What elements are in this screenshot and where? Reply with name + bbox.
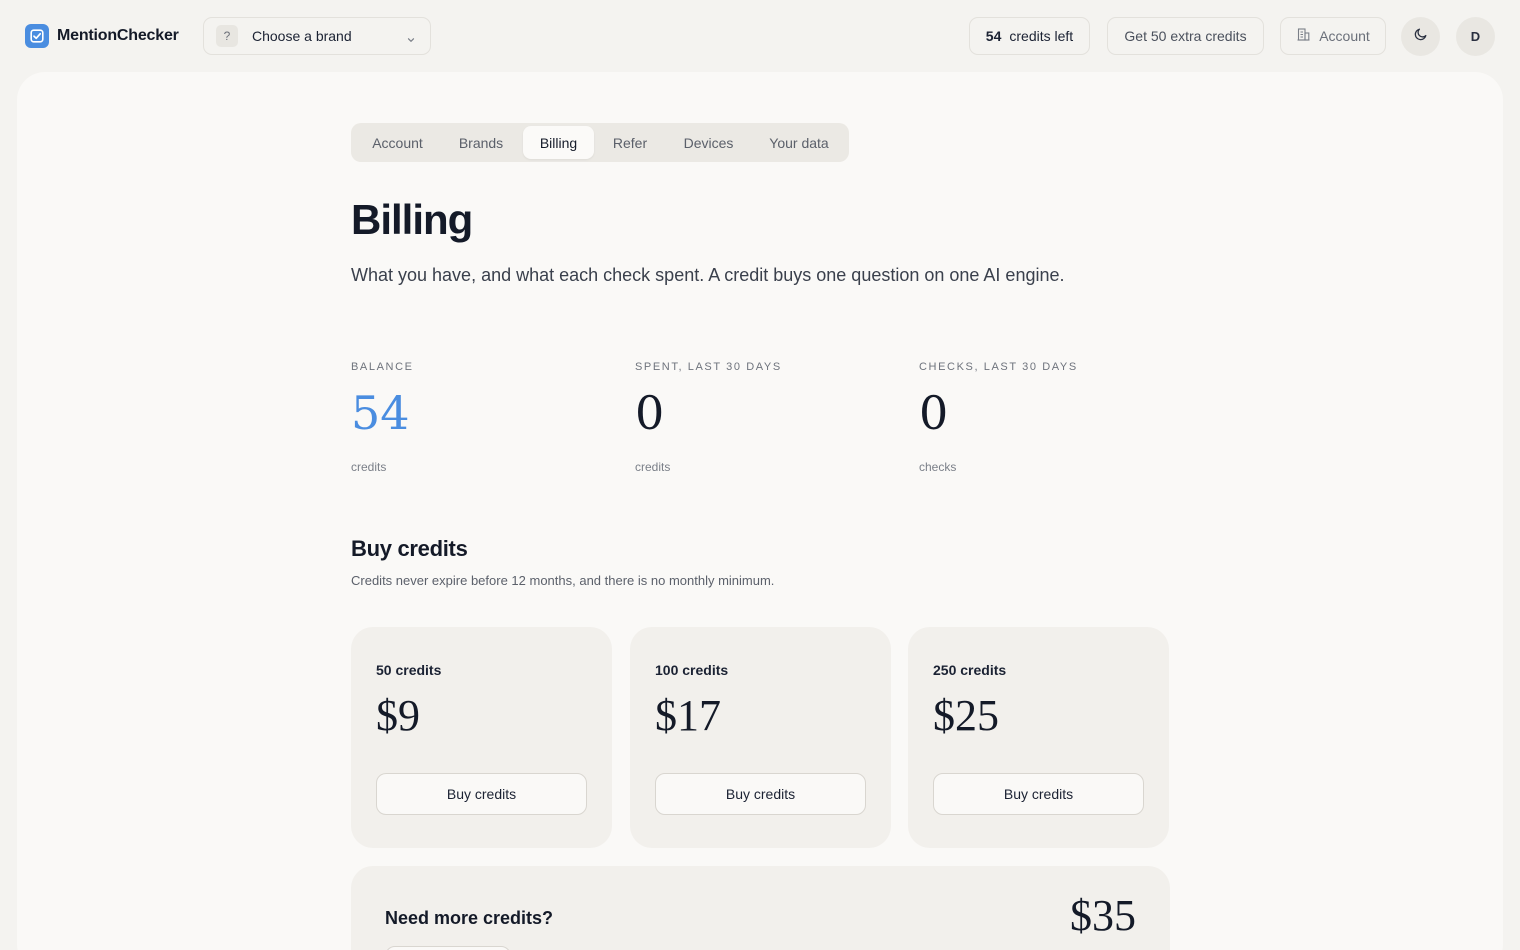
account-button[interactable]: Account (1280, 17, 1386, 55)
stat-unit: checks (919, 460, 957, 474)
custom-credits-title: Need more credits? (385, 908, 554, 928)
tab-account[interactable]: Account (354, 126, 441, 159)
stat-value: 0 (635, 386, 665, 440)
pack-name: 100 credits (655, 662, 729, 678)
theme-toggle-button[interactable] (1401, 17, 1440, 56)
page-title: Billing (351, 196, 473, 243)
buy-credits-button[interactable]: Buy credits (655, 773, 866, 815)
app-name: MentionChecker (57, 27, 179, 44)
credit-pack-card: 250 credits $25 Buy credits (908, 627, 1169, 848)
buy-credits-button[interactable]: Buy credits (376, 773, 587, 815)
credit-pack-card: 100 credits $17 Buy credits (630, 627, 891, 848)
custom-credits-button[interactable] (385, 946, 511, 950)
credit-pack-card: 50 credits $9 Buy credits (351, 627, 612, 848)
credits-left-count: 54 (985, 28, 1002, 44)
tab-your-data[interactable]: Your data (753, 126, 845, 159)
stat-value: 54 (351, 386, 410, 440)
get-extra-credits-button[interactable]: Get 50 extra credits (1107, 17, 1264, 55)
custom-credits-price: $35 (1070, 891, 1136, 940)
stat-label: CHECKS, LAST 30 DAYS (919, 361, 1078, 373)
building-icon (1296, 27, 1311, 45)
pack-price: $17 (655, 691, 721, 740)
tab-devices[interactable]: Devices (666, 126, 751, 159)
tab-billing[interactable]: Billing (523, 126, 594, 159)
tab-brands[interactable]: Brands (441, 126, 521, 159)
custom-credits-card: Need more credits? $35 (351, 866, 1170, 950)
buy-credits-button[interactable]: Buy credits (933, 773, 1144, 815)
user-avatar-button[interactable]: D (1456, 17, 1495, 56)
chevron-down-icon (406, 32, 416, 50)
buy-credits-subtitle: Credits never expire before 12 months, a… (351, 573, 775, 588)
stat-balance: BALANCE 54 credits (351, 361, 414, 474)
account-button-label: Account (1319, 28, 1370, 44)
buy-credits-heading: Buy credits (351, 536, 468, 561)
stat-checks-30-days: CHECKS, LAST 30 DAYS 0 checks (919, 361, 1078, 474)
credits-left-label: credits left (1009, 28, 1074, 44)
stat-unit: credits (351, 460, 387, 474)
app-logo[interactable]: MentionChecker (25, 24, 179, 48)
brand-select[interactable]: ? Choose a brand (203, 17, 431, 55)
stat-value: 0 (919, 386, 949, 440)
settings-tabs: Account Brands Billing Refer Devices You… (351, 123, 849, 162)
tab-refer[interactable]: Refer (596, 126, 664, 159)
pack-name: 50 credits (376, 662, 442, 678)
stat-spent-30-days: SPENT, LAST 30 DAYS 0 credits (635, 361, 782, 474)
brand-select-label: Choose a brand (252, 28, 352, 44)
stat-label: SPENT, LAST 30 DAYS (635, 361, 782, 373)
stat-label: BALANCE (351, 361, 414, 373)
credits-left-badge[interactable]: 54 credits left (969, 17, 1090, 55)
stat-unit: credits (635, 460, 671, 474)
pack-name: 250 credits (933, 662, 1007, 678)
top-bar: MentionChecker ? Choose a brand 54 credi… (0, 0, 1520, 72)
brand-placeholder-badge: ? (216, 25, 238, 47)
pack-price: $25 (933, 691, 999, 740)
pack-price: $9 (376, 691, 420, 740)
moon-icon (1413, 26, 1429, 47)
checkbox-check-icon (25, 24, 49, 48)
page-subtitle: What you have, and what each check spent… (351, 265, 1065, 285)
